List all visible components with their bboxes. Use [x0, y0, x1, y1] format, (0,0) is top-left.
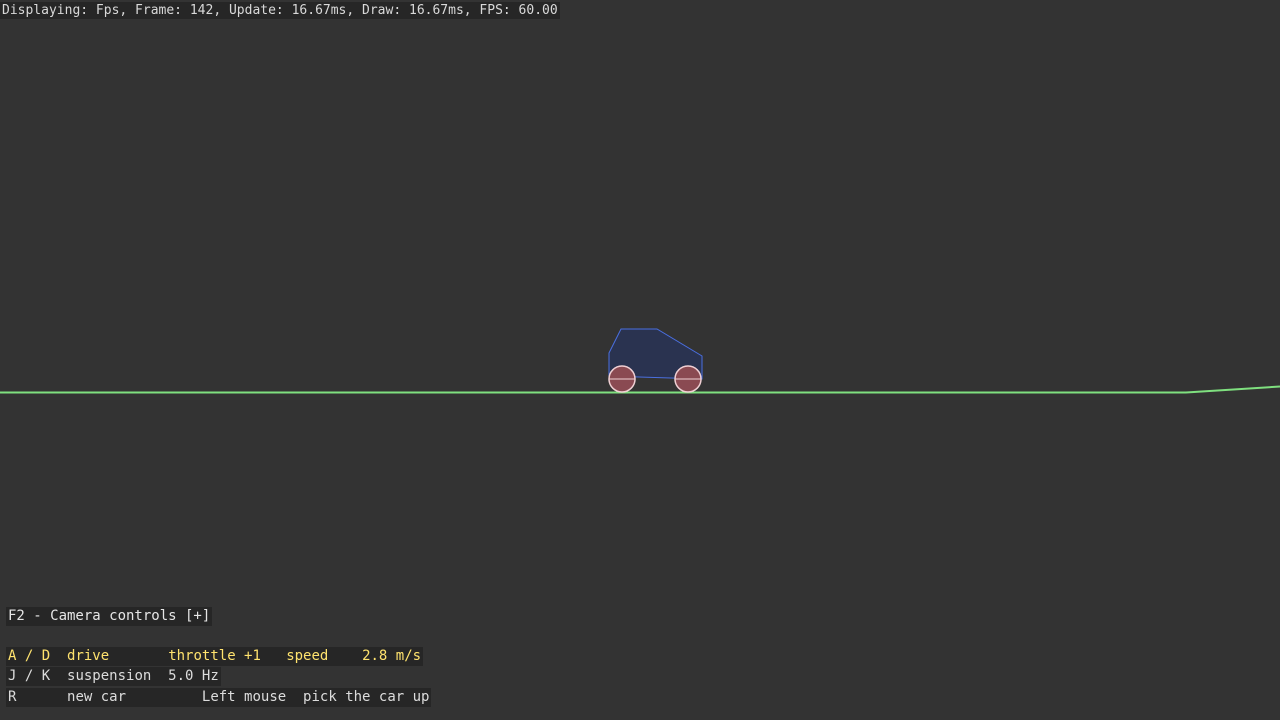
suspension-key: J / K [8, 668, 51, 684]
suspension-value: 5.0 Hz [168, 668, 219, 684]
drive-action-label: drive [67, 648, 110, 664]
ground-line [0, 385, 1280, 394]
reset-control-row: R new car Left mouse pick the car up [6, 688, 432, 707]
car[interactable] [608, 328, 703, 393]
speed-label: speed [286, 648, 329, 664]
drive-control-row: A / D drive throttle +1 speed 2.8 m/s [6, 647, 424, 666]
mouse-key: Left mouse [201, 689, 287, 705]
speed-value: 2.8 m/s [362, 648, 422, 664]
reset-key: R [8, 689, 17, 705]
suspension-control-row: J / K suspension 5.0 Hz [6, 667, 221, 686]
camera-controls-toggle[interactable]: F2 - Camera controls [+] [6, 607, 213, 626]
suspension-action-label: suspension [67, 668, 152, 684]
throttle-value: throttle +1 [168, 648, 261, 664]
reset-action-label: new car [67, 689, 127, 705]
drive-key: A / D [8, 648, 51, 664]
mouse-action-label: pick the car up [303, 689, 430, 705]
stats-readout: Displaying: Fps, Frame: 142, Update: 16.… [0, 2, 560, 19]
